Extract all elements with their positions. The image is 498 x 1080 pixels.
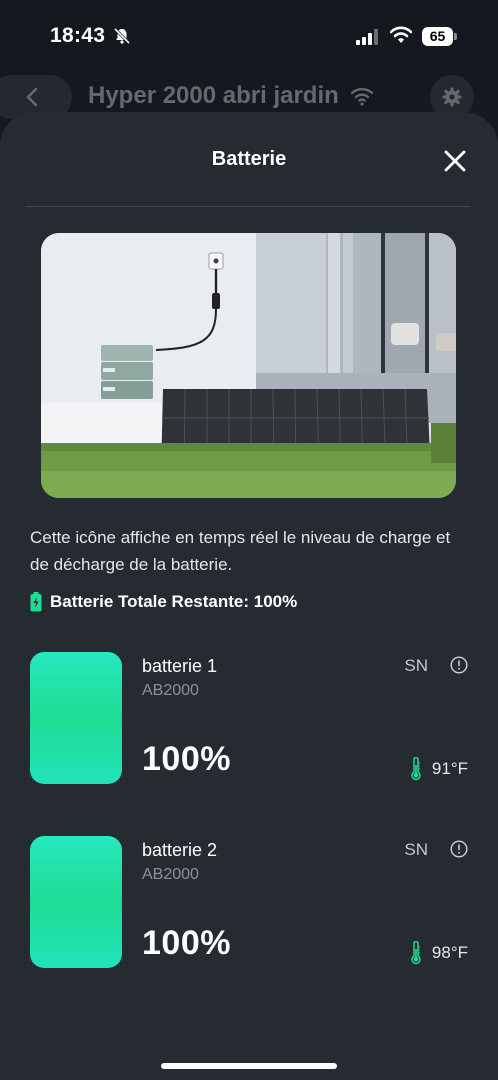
info-icon[interactable] — [450, 840, 468, 858]
temperature-value: 98°F — [431, 943, 468, 962]
gear-icon — [442, 87, 462, 107]
battery-percent: 100% — [142, 740, 231, 778]
screen: 18:43 65 Hyper 2000 abri jardin Batterie… — [0, 0, 498, 1080]
battery-charging-icon — [30, 592, 42, 612]
battery-level-visual — [30, 652, 122, 784]
wifi-icon — [350, 88, 374, 106]
info-icon[interactable] — [450, 656, 468, 674]
temperature-readout: 91°F — [410, 756, 468, 782]
battery-level-visual — [30, 836, 122, 968]
bell-slash-icon — [113, 27, 131, 45]
battery-percent: 100% — [142, 924, 231, 962]
thermometer-icon — [411, 757, 421, 781]
temperature-readout: 98°F — [410, 940, 468, 966]
battery-name: batterie 2 — [142, 840, 218, 860]
battery-card[interactable]: batterie 1 AB2000 100% SN 91°F — [30, 652, 470, 788]
total-remaining-label: Batterie Totale Restante: 100% — [50, 592, 298, 611]
battery-sheet: Batterie Cette icône affiche en temps ré… — [0, 112, 498, 1080]
battery-icon: 65 — [422, 27, 453, 46]
temperature-value: 91°F — [431, 759, 468, 778]
battery-name: batterie 1 — [142, 656, 218, 676]
status-bar: 18:43 65 — [0, 0, 498, 72]
thermometer-icon — [411, 941, 421, 965]
sn-label: SN — [404, 656, 428, 675]
divider — [26, 206, 470, 207]
status-time: 18:43 — [50, 24, 106, 47]
home-indicator[interactable] — [161, 1063, 337, 1069]
battery-model: AB2000 — [142, 866, 199, 883]
battery-nub — [454, 33, 457, 40]
wifi-icon — [390, 26, 412, 43]
battery-installation-illustration — [41, 233, 456, 498]
sn-label: SN — [404, 840, 428, 859]
battery-model: AB2000 — [142, 682, 199, 699]
battery-description: Cette icône affiche en temps réel le niv… — [30, 528, 451, 574]
cellular-signal-icon — [356, 29, 378, 45]
close-icon[interactable] — [440, 146, 470, 176]
chevron-left-icon — [26, 87, 38, 107]
device-title: Hyper 2000 abri jardin — [88, 82, 339, 109]
total-remaining: Batterie Totale Restante: 100% — [30, 590, 297, 614]
sheet-title: Batterie — [211, 148, 287, 170]
battery-card[interactable]: batterie 2 AB2000 100% SN 98°F — [30, 836, 470, 972]
